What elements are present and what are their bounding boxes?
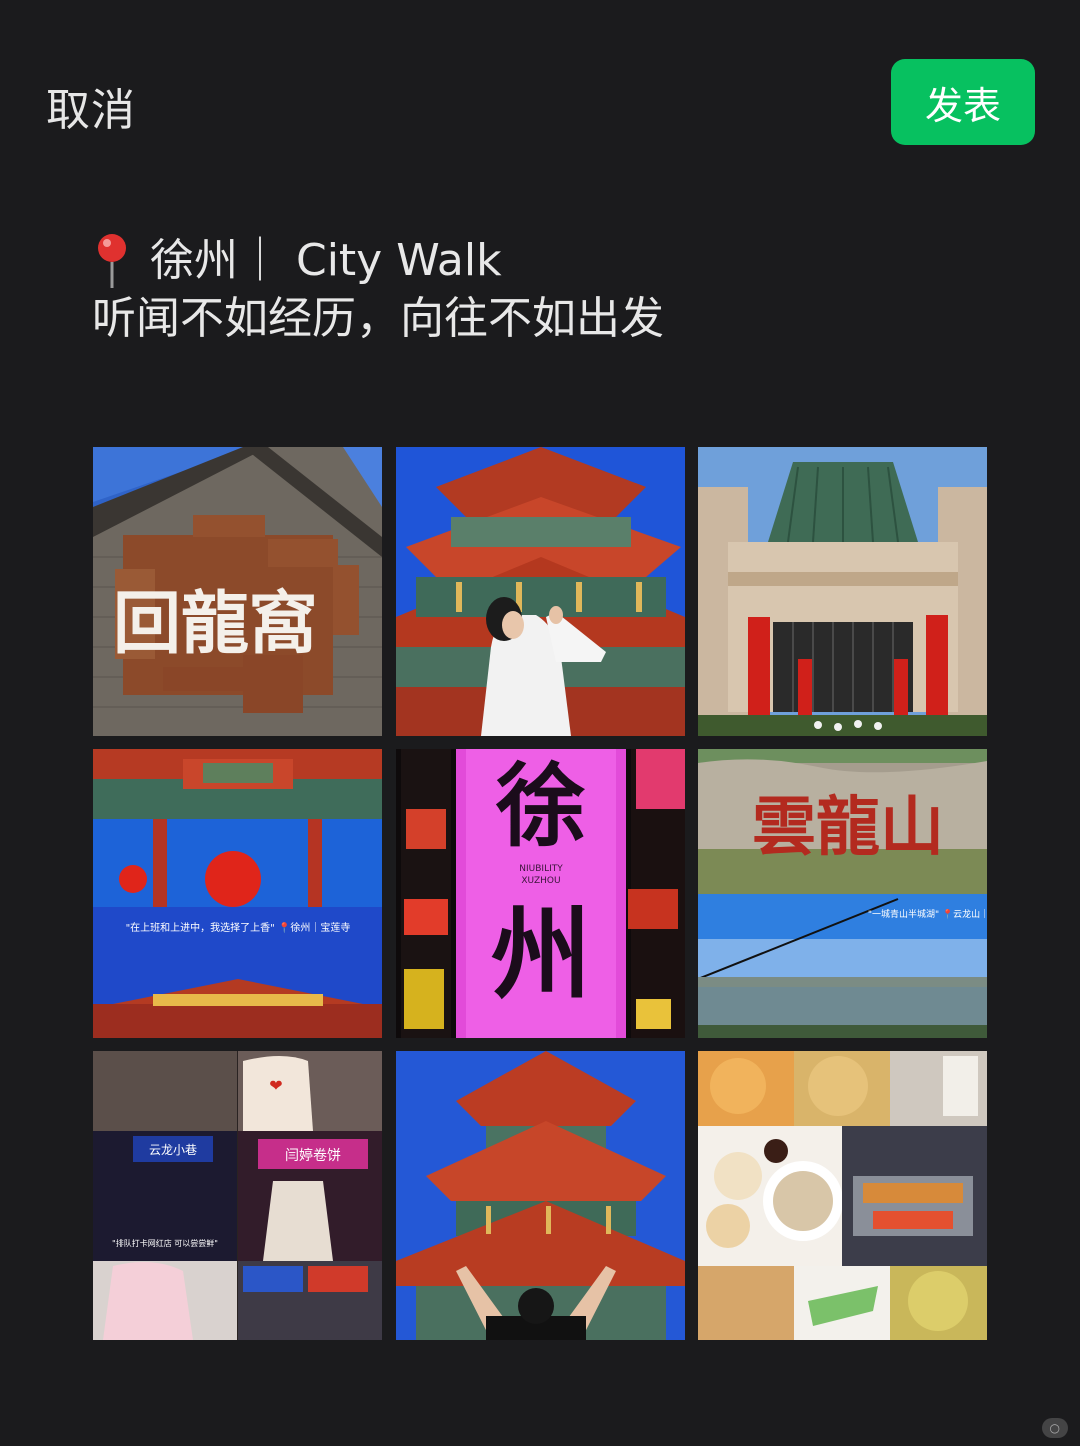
neon-small-2: XUZHOU [521, 876, 560, 886]
watermark: ○ [1041, 1418, 1068, 1438]
cancel-button[interactable]: 取消 [46, 74, 136, 138]
photo-thumbnail-7[interactable]: ❤ 云龙小巷 闫婷卷饼 "排队打卡网红店 可以尝尝鲜" [93, 1051, 382, 1340]
location-pin-icon [92, 232, 132, 290]
photo-thumbnail-5[interactable]: 徐 NIUBILITY XUZHOU 州 [396, 749, 685, 1038]
post-line-1: 徐州｜ City Walk [92, 232, 992, 290]
sign-text: 回龍窩 [113, 584, 317, 664]
shop-sign-2: 闫婷卷饼 [285, 1148, 341, 1164]
publish-button[interactable]: 发表 [891, 59, 1035, 145]
photo-thumbnail-4[interactable]: "在上班和上进中，我选择了上香" 📍徐州｜宝莲寺 [93, 749, 382, 1038]
photo-caption: "在上班和上进中，我选择了上香" 📍徐州｜宝莲寺 [126, 921, 351, 934]
shop-sign-1: 云龙小巷 [149, 1143, 197, 1157]
photo-thumbnail-9[interactable] [698, 1051, 987, 1340]
photo-thumbnail-1[interactable]: 回龍窩 [93, 447, 382, 736]
photo-thumbnail-3[interactable] [698, 447, 987, 736]
photo-thumbnail-8[interactable] [396, 1051, 685, 1340]
post-title: 徐州｜ City Walk [150, 235, 502, 286]
photo-grid: 回龍窩 "在上班和上进中，我选择了上香" 📍徐州｜宝莲寺 徐 NIUBILITY… [93, 447, 987, 1340]
svg-text:❤: ❤ [269, 1076, 282, 1095]
rock-inscription: 雲龍山 [752, 790, 944, 865]
post-line-2: 听闻不如经历，向往不如出发 [92, 293, 664, 344]
photo-thumbnail-6[interactable]: 雲龍山 "一城青山半城湖" 📍云龙山｜湖 [698, 749, 987, 1038]
neon-sign-bottom: 州 [491, 895, 591, 1013]
photo-thumbnail-2[interactable] [396, 447, 685, 736]
post-text[interactable]: 徐州｜ City Walk 听闻不如经历，向往不如出发 [92, 232, 992, 348]
neon-small-1: NIUBILITY [519, 864, 563, 874]
neon-sign-top: 徐 [495, 753, 586, 859]
photo-caption-3: "排队打卡网红店 可以尝尝鲜" [112, 1238, 218, 1248]
photo-caption-2: "一城青山半城湖" 📍云龙山｜湖 [868, 908, 987, 920]
